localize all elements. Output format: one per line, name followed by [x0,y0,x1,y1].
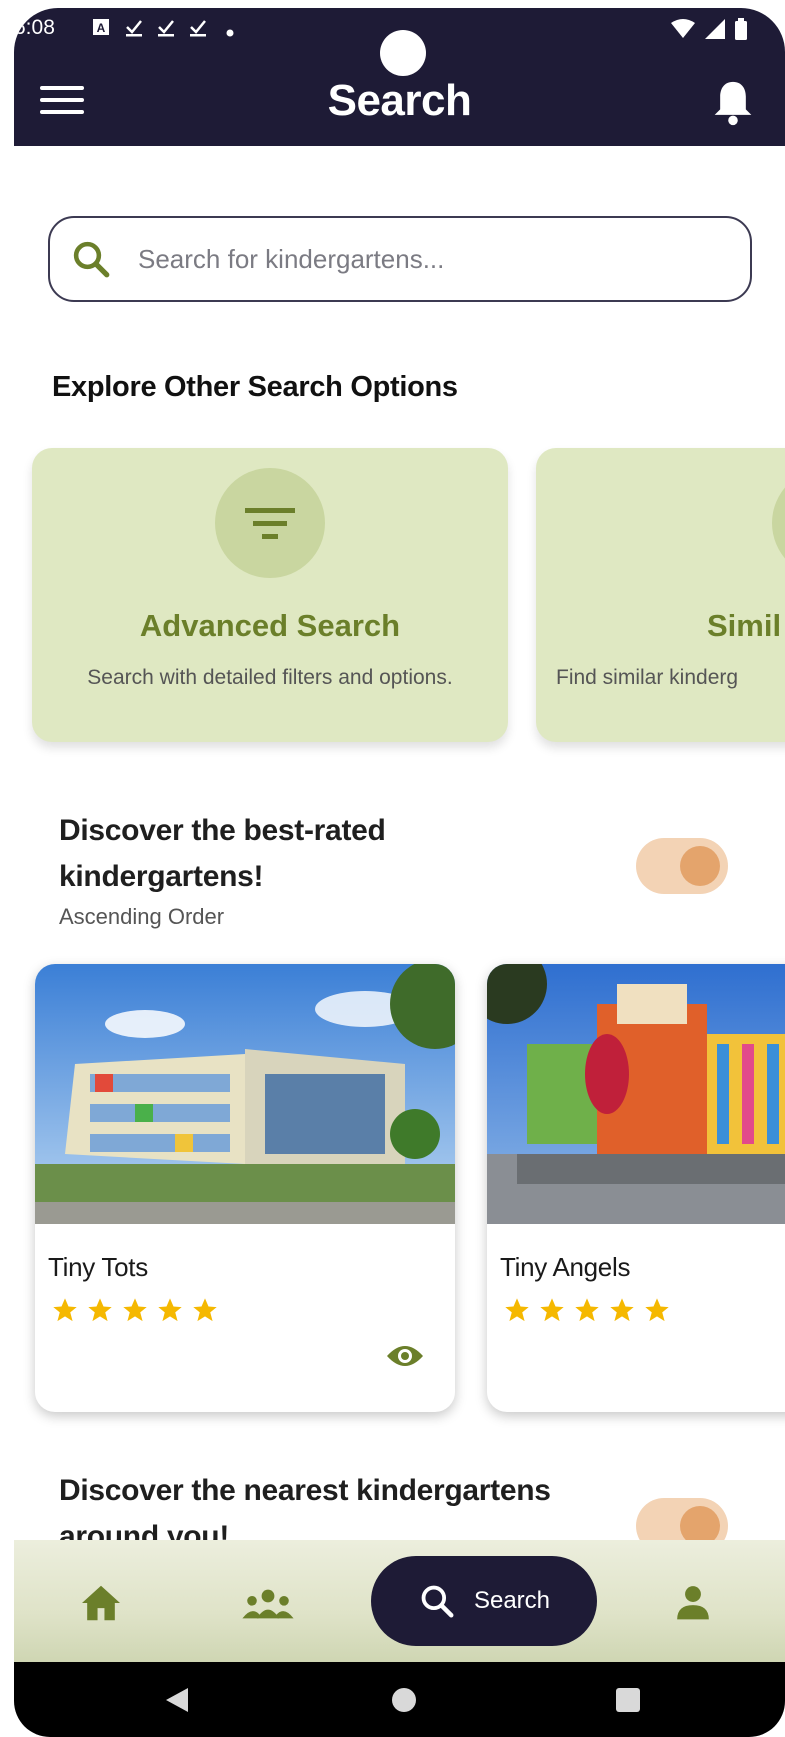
status-time: 6:08 [14,16,55,39]
star-icon [610,1298,634,1322]
bottom-navigation: Search [14,1540,785,1662]
similar-search-card[interactable]: Simil Find similar kinderg [536,448,785,742]
download-done-icon [156,18,176,41]
back-icon[interactable] [164,1686,190,1714]
kindergarten-image [487,964,785,1224]
option-title: Advanced Search [139,608,401,643]
phone-screen: 6:08 A Search Search for kindergartens..… [14,8,785,1737]
svg-text:A: A [97,21,106,35]
home-circle-icon[interactable] [390,1686,418,1714]
similar-icon-circle [772,468,785,578]
nav-search-label: Search [473,1587,551,1614]
option-description: Search with detailed filters and options… [87,666,453,689]
dot-icon [226,22,234,40]
home-icon[interactable] [80,1584,122,1622]
star-icon [158,1298,182,1322]
search-icon [421,1585,454,1618]
bell-icon[interactable] [711,78,755,126]
groups-icon[interactable] [242,1588,294,1620]
option-title: Simil [707,608,782,643]
best-rated-title-line1: Discover the best-rated [59,814,386,847]
camera-cutout [380,30,426,76]
wifi-icon [671,19,695,38]
rating-stars [503,1296,671,1324]
star-icon [575,1298,599,1322]
kindergarten-image [35,964,455,1224]
star-icon [193,1298,217,1322]
kindergarten-card[interactable]: Tiny Angels [487,964,785,1412]
best-rated-subtitle: Ascending Order [59,904,225,929]
filter-icon-circle [215,468,325,578]
sort-order-toggle[interactable] [636,838,728,894]
nearest-title-line1: Discover the nearest kindergartens [59,1474,551,1507]
system-navigation-bar [14,1662,785,1737]
search-input[interactable]: Search for kindergartens... [48,216,752,302]
option-description: Find similar kinderg [556,666,739,689]
download-done-icon [124,18,144,41]
toggle-knob [680,846,720,886]
search-icon [73,241,110,278]
notification-a-icon: A [92,18,110,39]
best-rated-title-line2: kindergartens! [59,860,264,893]
section-title: Explore Other Search Options [52,371,458,403]
search-placeholder: Search for kindergartens... [138,243,445,274]
rating-stars [51,1296,219,1324]
recents-icon[interactable] [614,1686,642,1714]
star-icon [123,1298,147,1322]
signal-icon [705,19,725,39]
star-icon [88,1298,112,1322]
star-icon [540,1298,564,1322]
view-eye-icon[interactable] [385,1342,425,1370]
filter-icon [245,508,295,539]
page-title: Search [327,76,472,125]
kindergarten-name: Tiny Tots [48,1252,148,1282]
advanced-search-card[interactable]: Advanced Search Search with detailed fil… [32,448,508,742]
kindergarten-card[interactable]: Tiny Tots [35,964,455,1412]
download-done-icon [188,18,208,41]
status-icons [671,18,747,40]
kindergarten-name: Tiny Angels [500,1252,631,1282]
star-icon [505,1298,529,1322]
star-icon [645,1298,669,1322]
nav-search-button[interactable]: Search [371,1556,597,1646]
app-bar: 6:08 A Search [14,8,785,146]
person-icon[interactable] [674,1582,712,1622]
star-icon [53,1298,77,1322]
battery-icon [735,18,747,40]
